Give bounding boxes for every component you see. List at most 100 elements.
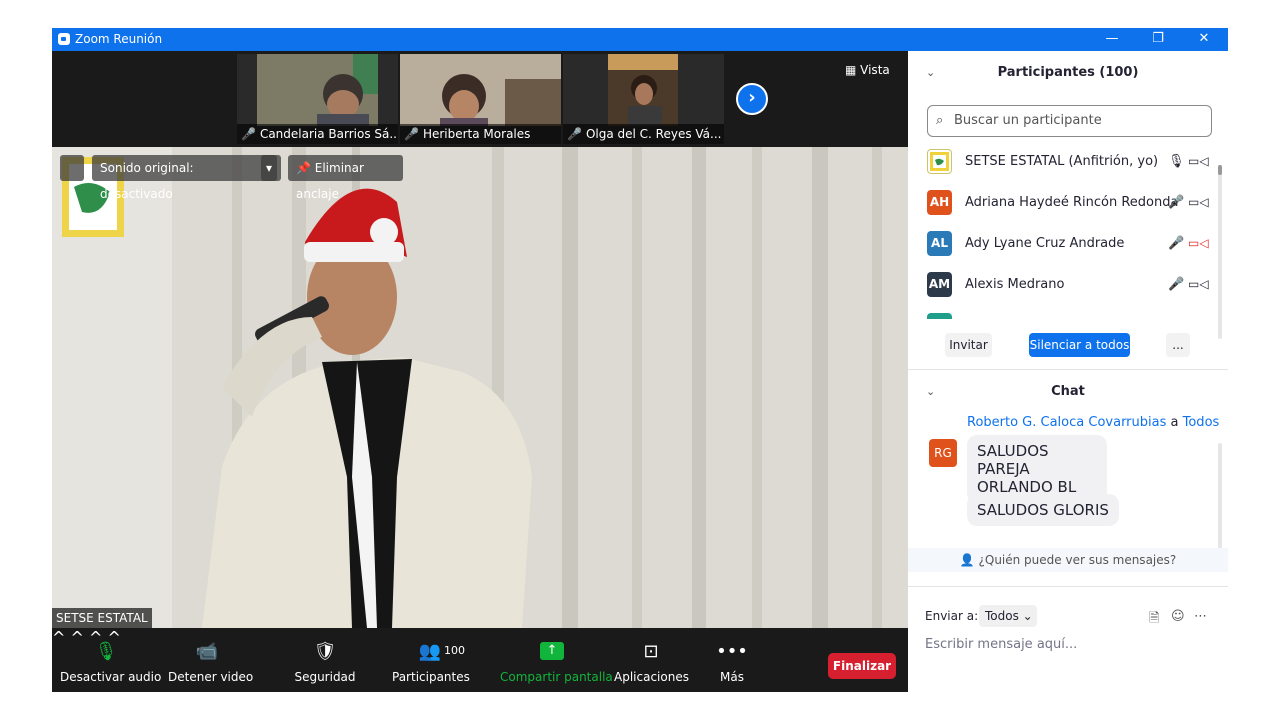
shield-badge-icon xyxy=(60,155,84,181)
send-to-label: Enviar a: xyxy=(925,609,979,623)
participant-video xyxy=(608,54,678,126)
collapse-chevron-icon[interactable]: ⌄ xyxy=(926,376,935,408)
participant-row[interactable] xyxy=(908,305,1218,319)
shield-icon: 🛡 xyxy=(313,641,337,662)
view-button[interactable]: ▦ Vista xyxy=(845,63,890,77)
mic-muted-icon[interactable]: 🎤 xyxy=(1168,264,1184,305)
active-speaker-video: Sonido original: desactivado ▾ 📌 Elimina… xyxy=(52,147,908,628)
participant-row[interactable]: AM Alexis Medrano 🎤 ▭◁ xyxy=(908,264,1218,305)
audio-options-dropdown[interactable]: ▾ xyxy=(261,155,281,181)
avatar: RG xyxy=(929,439,957,467)
setse-logo-icon xyxy=(930,152,949,171)
participant-thumbnail[interactable]: 🎤 Candelaria Barrios Sá... xyxy=(237,54,398,144)
microphone-icon[interactable]: 🎙 xyxy=(1168,141,1185,182)
search-icon: ⌕ xyxy=(936,113,944,128)
more-button[interactable]: ••• Más xyxy=(710,628,754,692)
mute-audio-button[interactable]: 🎙 Desactivar audio xyxy=(60,628,161,692)
video-camera-icon[interactable]: ▭◁ xyxy=(1188,182,1209,223)
participant-name: Alexis Medrano xyxy=(965,277,1065,292)
mic-muted-icon[interactable]: 🎤 xyxy=(1168,223,1184,264)
meeting-stage: 🎤 Candelaria Barrios Sá... 🎤 Heriberta Mor… xyxy=(52,51,908,628)
avatar xyxy=(927,149,952,174)
grid-icon: ▦ xyxy=(845,63,861,77)
invite-button[interactable]: Invitar xyxy=(945,333,992,357)
restore-button[interactable]: ❐ xyxy=(1135,28,1181,51)
participant-video xyxy=(257,54,378,126)
speaker-video-frame xyxy=(52,147,908,628)
chat-message-input[interactable]: Escribir mensaje aquí... xyxy=(925,637,1077,652)
avatar: AH xyxy=(927,190,952,215)
pin-icon: 📌 xyxy=(296,161,315,175)
participant-row[interactable]: SETSE ESTATAL (Anfitrión, yo) 🎙 ▭◁ xyxy=(908,141,1218,182)
chat-sender-line: Roberto G. Caloca Covarrubias a Todos xyxy=(967,415,1220,430)
chat-message: SALUDOS PAREJA ORLANDO BL xyxy=(967,435,1107,503)
avatar: AL xyxy=(927,231,952,256)
gallery-strip: 🎤 Candelaria Barrios Sá... 🎤 Heriberta Mor… xyxy=(52,51,908,147)
participants-more-button[interactable]: ... xyxy=(1166,333,1190,357)
chat-header: ⌄ Chat xyxy=(908,376,1228,408)
chat-more-icon[interactable]: ⋯ xyxy=(1194,609,1207,624)
speaker-name-tag: SETSE ESTATAL xyxy=(52,608,152,628)
meeting-toolbar: 🎙 Desactivar audio ^ 📹 Detener video ^ 🛡… xyxy=(52,628,908,692)
participants-count: 100 xyxy=(444,644,465,657)
emoji-icon[interactable]: ☺ xyxy=(1171,609,1185,624)
more-icon: ••• xyxy=(716,641,748,662)
title-bar: Zoom Reunión — ❐ ✕ xyxy=(52,28,1228,51)
thumbnail-name: 🎤 Olga del C. Reyes Vá... xyxy=(563,124,724,144)
avatar: AM xyxy=(927,272,952,297)
end-meeting-button[interactable]: Finalizar xyxy=(828,653,896,679)
original-sound-toggle[interactable]: Sonido original: desactivado xyxy=(92,155,277,201)
file-icon[interactable]: 🗎 xyxy=(1149,609,1159,631)
participant-name: Adriana Haydeé Rincón Redonda xyxy=(965,195,1179,210)
window-title: Zoom Reunión xyxy=(75,32,163,46)
participants-list: SETSE ESTATAL (Anfitrión, yo) 🎙 ▭◁ AH Ad… xyxy=(908,141,1218,319)
video-camera-icon: 📹 xyxy=(195,641,219,662)
participant-thumbnail[interactable]: 🎤 Olga del C. Reyes Vá... xyxy=(563,54,724,144)
participant-name: Ady Lyane Cruz Andrade xyxy=(965,236,1125,251)
security-button[interactable]: 🛡 Seguridad xyxy=(292,628,358,692)
participant-thumbnail[interactable]: 🎤 Heriberta Morales xyxy=(400,54,561,144)
minimize-button[interactable]: — xyxy=(1089,28,1135,51)
microphone-icon: 🎙 xyxy=(94,641,118,662)
mute-all-button[interactable]: Silenciar a todos xyxy=(1029,333,1130,357)
message-visibility-link[interactable]: 👤 ¿Quién puede ver sus mensajes? xyxy=(908,548,1228,572)
thumbnail-name: 🎤 Heriberta Morales xyxy=(400,124,561,144)
participants-scrollbar[interactable] xyxy=(1218,165,1222,339)
apps-button[interactable]: ⊡ Aplicaciones xyxy=(614,628,689,692)
mic-muted-icon: 🎤 xyxy=(404,127,419,141)
mic-muted-icon: 🎤 xyxy=(241,127,256,141)
next-page-button[interactable]: › xyxy=(736,83,768,115)
participant-row[interactable]: AH Adriana Haydeé Rincón Redonda 🎤 ▭◁ xyxy=(908,182,1218,223)
unpin-button[interactable]: 📌 Eliminar anclaje xyxy=(288,155,403,201)
participant-name: SETSE ESTATAL (Anfitrión, yo) xyxy=(965,154,1159,169)
send-to-dropdown[interactable]: Todos ⌄ xyxy=(979,605,1037,627)
user-info-icon: 👤 xyxy=(959,553,979,567)
section-divider xyxy=(908,369,1228,370)
chevron-down-icon: ⌄ xyxy=(1018,609,1033,623)
participant-video xyxy=(400,54,561,126)
zoom-logo-icon xyxy=(58,33,70,45)
mic-muted-icon: 🎤 xyxy=(567,127,582,141)
participant-search-input[interactable]: ⌕ Buscar un participante xyxy=(927,105,1212,137)
video-off-icon[interactable]: ▭◁ xyxy=(1188,223,1209,264)
apps-icon: ⊡ xyxy=(643,641,659,662)
participants-button[interactable]: 👥 100 Participantes xyxy=(392,628,470,692)
thumbnail-name: 🎤 Candelaria Barrios Sá... xyxy=(237,124,398,144)
video-camera-icon[interactable]: ▭◁ xyxy=(1188,264,1209,305)
chat-scrollbar[interactable] xyxy=(1218,443,1222,565)
chat-message: SALUDOS GLORIS xyxy=(967,494,1119,526)
share-screen-icon: ↑ xyxy=(540,642,564,660)
stop-video-button[interactable]: 📹 Detener video xyxy=(168,628,253,692)
close-button[interactable]: ✕ xyxy=(1181,28,1227,51)
side-panel: ⌄ Participantes (100) ⌕ Buscar un partic… xyxy=(908,51,1228,692)
participants-icon: 👥 xyxy=(418,641,442,662)
participants-header: ⌄ Participantes (100) xyxy=(908,57,1228,89)
zoom-window: Zoom Reunión — ❐ ✕ 🎤 Candelaria Barrios S… xyxy=(52,28,1228,692)
participant-row[interactable]: AL Ady Lyane Cruz Andrade 🎤 ▭◁ xyxy=(908,223,1218,264)
share-screen-button[interactable]: ↑ Compartir pantalla xyxy=(500,628,613,692)
avatar xyxy=(927,313,952,319)
collapse-chevron-icon[interactable]: ⌄ xyxy=(926,57,935,89)
video-camera-icon[interactable]: ▭◁ xyxy=(1188,141,1209,182)
mic-muted-icon[interactable]: 🎤 xyxy=(1168,182,1184,223)
section-divider xyxy=(908,586,1228,587)
